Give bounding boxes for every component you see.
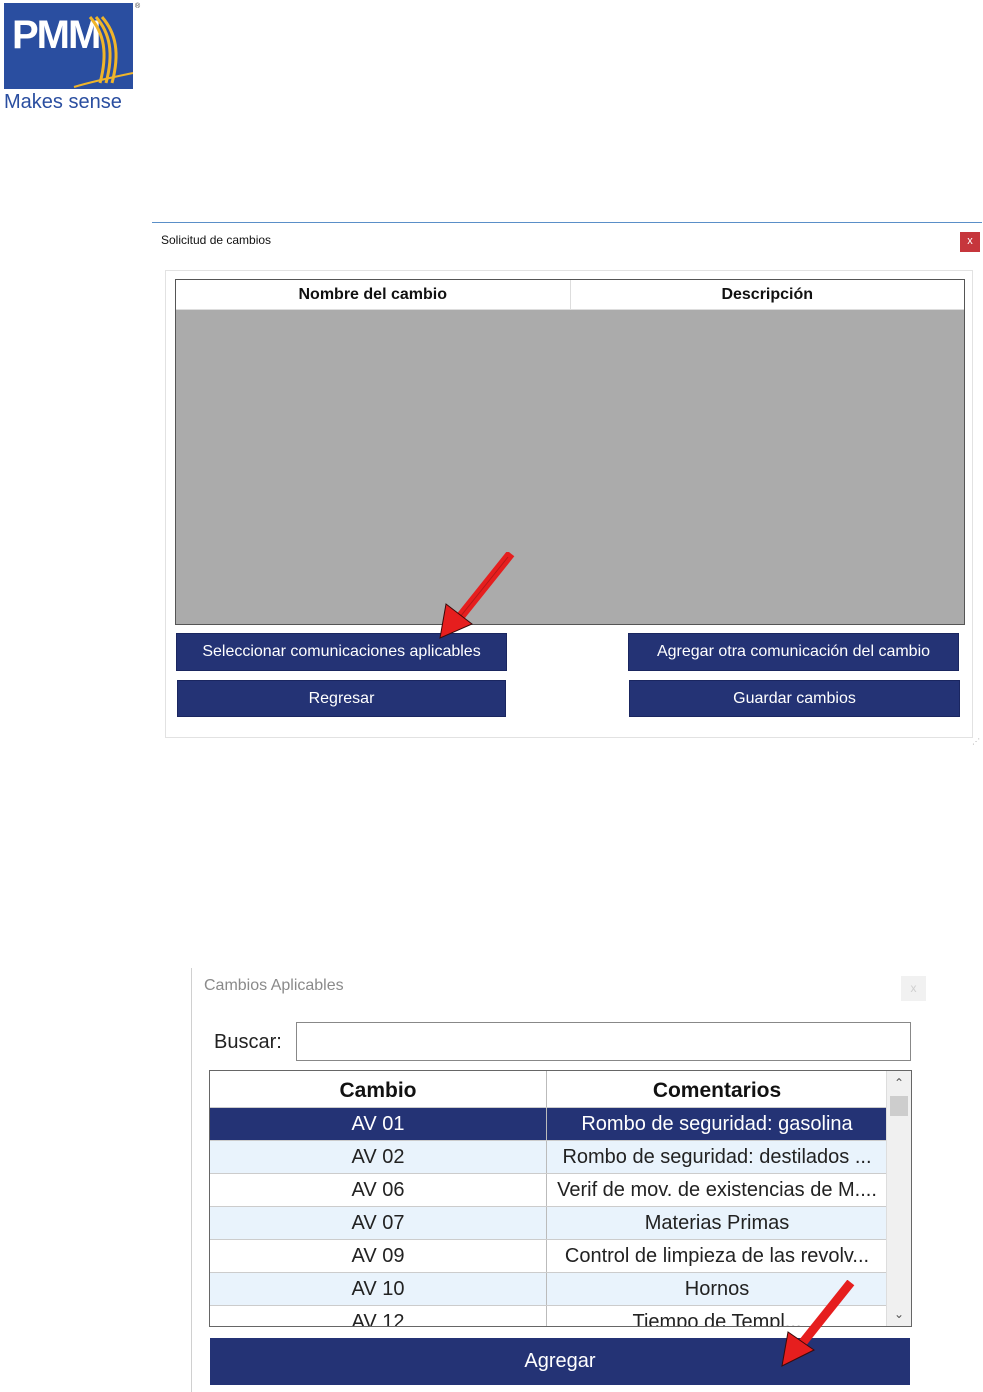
search-label: Buscar: <box>214 1031 282 1053</box>
red-arrow-icon <box>781 1280 855 1367</box>
table-row[interactable]: AV 06 Verif de mov. de existencias de M.… <box>210 1174 887 1207</box>
chevron-down-icon[interactable]: ⌄ <box>887 1304 911 1324</box>
cell-comentario: Materias Primas <box>644 1212 790 1234</box>
vertical-scrollbar[interactable]: ⌃ ⌄ <box>886 1071 911 1326</box>
cell-cambio: AV 10 <box>210 1273 547 1305</box>
table-row[interactable]: AV 07 Materias Primas <box>210 1207 887 1240</box>
table-row[interactable]: AV 02 Rombo de seguridad: destilados ... <box>210 1141 887 1174</box>
column-header-descripcion[interactable]: Descripción <box>571 280 965 309</box>
close-button[interactable]: x <box>901 976 926 1001</box>
save-changes-button[interactable]: Guardar cambios <box>629 680 960 717</box>
column-header-cambio[interactable]: Cambio <box>210 1071 547 1107</box>
window-title: Cambios Aplicables <box>204 977 344 994</box>
logo-tagline: Makes sense <box>4 91 122 113</box>
cell-cambio: AV 06 <box>210 1174 547 1206</box>
solicitud-cambios-window: Solicitud de cambios x Nombre del cambio… <box>152 222 982 748</box>
cell-cambio: AV 07 <box>210 1207 547 1239</box>
chevron-up-icon[interactable]: ⌃ <box>887 1073 911 1093</box>
logo-box: PMM <box>4 3 133 89</box>
cell-comentario: Control de limpieza de las revolv... <box>564 1245 870 1267</box>
cell-cambio: AV 01 <box>210 1108 547 1140</box>
table-row[interactable]: AV 09 Control de limpieza de las revolv.… <box>210 1240 887 1273</box>
company-logo: PMM ® Makes sense <box>4 3 140 115</box>
close-button[interactable]: x <box>960 232 980 252</box>
table-row[interactable]: AV 01 Rombo de seguridad: gasolina <box>210 1108 887 1141</box>
changes-grid[interactable]: Nombre del cambio Descripción <box>175 279 965 625</box>
add-communication-button[interactable]: Agregar otra comunicación del cambio <box>628 633 959 671</box>
cell-cambio: AV 12 <box>210 1306 547 1326</box>
cell-cambio: AV 09 <box>210 1240 547 1272</box>
grid-header: Cambio Comentarios <box>210 1071 887 1108</box>
back-button[interactable]: Regresar <box>177 680 506 717</box>
red-arrow-icon <box>439 552 515 639</box>
cell-cambio: AV 02 <box>210 1141 547 1173</box>
cell-comentario: Rombo de seguridad: gasolina <box>581 1113 853 1135</box>
window-title: Solicitud de cambios <box>161 233 272 247</box>
scrollbar-thumb[interactable] <box>890 1096 908 1116</box>
logo-swoosh-icon <box>73 16 133 88</box>
grid-header: Nombre del cambio Descripción <box>176 280 964 310</box>
registered-mark: ® <box>135 3 141 10</box>
search-input[interactable] <box>296 1022 911 1061</box>
cell-comentario: Rombo de seguridad: destilados ... <box>562 1146 872 1168</box>
cell-comentario: Verif de mov. de existencias de M.... <box>557 1179 877 1201</box>
content-panel: Nombre del cambio Descripción Selecciona… <box>165 270 973 738</box>
column-header-nombre[interactable]: Nombre del cambio <box>176 280 571 309</box>
column-header-comentarios[interactable]: Comentarios <box>547 1071 887 1107</box>
resize-grip-icon[interactable]: ⋰ <box>972 737 980 746</box>
